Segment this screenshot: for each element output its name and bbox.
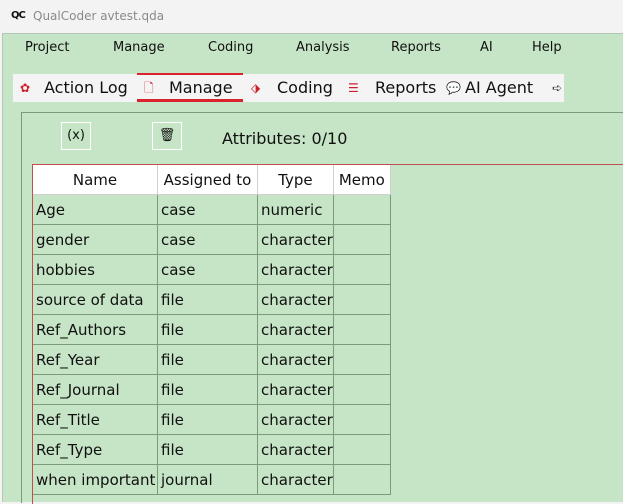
- cell-memo[interactable]: [333, 314, 391, 345]
- table-row[interactable]: hobbies case character: [33, 254, 391, 285]
- column-header-name[interactable]: Name: [33, 165, 158, 195]
- menu-ai[interactable]: AI: [480, 40, 493, 55]
- trash-icon[interactable]: 🗑: [152, 122, 182, 150]
- cell-type[interactable]: character: [257, 344, 334, 375]
- cell-name[interactable]: Age: [33, 194, 158, 225]
- cell-name[interactable]: Ref_Authors: [33, 314, 158, 345]
- cell-assigned-to[interactable]: case: [157, 254, 258, 285]
- cell-memo[interactable]: [333, 464, 391, 495]
- cell-type[interactable]: character: [257, 374, 334, 405]
- tab-coding[interactable]: ⬗ Coding: [248, 74, 340, 102]
- cell-memo[interactable]: [333, 284, 391, 315]
- tab-label: Coding: [277, 78, 333, 97]
- cell-assigned-to[interactable]: case: [157, 194, 258, 225]
- tab-reports[interactable]: ☰ Reports: [344, 74, 444, 102]
- tab-label: Reports: [375, 78, 437, 97]
- cell-memo[interactable]: [333, 434, 391, 465]
- menu-bar: Project Manage Coding Analysis Reports A…: [3, 34, 623, 64]
- cell-memo[interactable]: [333, 344, 391, 375]
- cell-name[interactable]: Ref_Journal: [33, 374, 158, 405]
- title-bar: QC QualCoder avtest.qda: [0, 0, 623, 33]
- cell-type[interactable]: character: [257, 404, 334, 435]
- menu-analysis[interactable]: Analysis: [296, 40, 350, 55]
- main-window: Project Manage Coding Analysis Reports A…: [2, 33, 623, 504]
- cell-name[interactable]: Ref_Title: [33, 404, 158, 435]
- gear-icon: ✿: [20, 81, 31, 95]
- cell-assigned-to[interactable]: file: [157, 434, 258, 465]
- add-variable-button[interactable]: (x): [61, 122, 91, 150]
- cell-memo[interactable]: [333, 224, 391, 255]
- table-row[interactable]: Ref_Authors file character: [33, 314, 391, 345]
- column-header-memo[interactable]: Memo: [333, 165, 391, 195]
- cell-assigned-to[interactable]: file: [157, 284, 258, 315]
- manage-attributes-panel: (x) 🗑 Attributes: 0/10 Name Assigned to …: [21, 112, 623, 504]
- attributes-table: Name Assigned to Type Memo Age case numeri…: [32, 164, 623, 504]
- window-title: QualCoder avtest.qda: [33, 9, 165, 23]
- cell-type[interactable]: character: [257, 254, 334, 285]
- table-row[interactable]: Ref_Year file character: [33, 344, 391, 375]
- cell-type[interactable]: character: [257, 434, 334, 465]
- cell-assigned-to[interactable]: file: [157, 314, 258, 345]
- cell-type[interactable]: character: [257, 284, 334, 315]
- cell-name[interactable]: Ref_Year: [33, 344, 158, 375]
- tab-action-log[interactable]: ✿ Action Log: [13, 74, 135, 102]
- table-row[interactable]: source of data file character: [33, 284, 391, 315]
- cell-assigned-to[interactable]: case: [157, 224, 258, 255]
- tag-icon: ⬗: [251, 81, 261, 95]
- menu-project[interactable]: Project: [25, 40, 69, 55]
- table-row[interactable]: Ref_Journal file character: [33, 374, 391, 405]
- table-row[interactable]: Ref_Type file character: [33, 434, 391, 465]
- cell-assigned-to[interactable]: file: [157, 344, 258, 375]
- table-header-row: Name Assigned to Type Memo: [33, 165, 391, 195]
- cell-type[interactable]: numeric: [257, 194, 334, 225]
- cell-assigned-to[interactable]: journal: [157, 464, 258, 495]
- menu-coding[interactable]: Coding: [208, 40, 253, 55]
- tab-ai-agent[interactable]: 💬 AI Agent: [444, 74, 548, 102]
- cell-name[interactable]: when important: [33, 464, 158, 495]
- tab-manage[interactable]: 🗋 Manage: [137, 73, 243, 102]
- cell-memo[interactable]: [333, 374, 391, 405]
- tab-label: Action Log: [44, 78, 128, 97]
- attributes-count-label: Attributes: 0/10: [222, 129, 348, 148]
- cell-assigned-to[interactable]: file: [157, 374, 258, 405]
- cell-type[interactable]: character: [257, 224, 334, 255]
- table-row[interactable]: Ref_Title file character: [33, 404, 391, 435]
- tab-label: Manage: [169, 78, 233, 97]
- qualcoder-logo-icon: QC: [11, 10, 26, 21]
- cell-memo[interactable]: [333, 194, 391, 225]
- menu-manage[interactable]: Manage: [113, 40, 165, 55]
- table-row[interactable]: gender case character: [33, 224, 391, 255]
- cell-type[interactable]: character: [257, 314, 334, 345]
- cell-memo[interactable]: [333, 254, 391, 285]
- cell-assigned-to[interactable]: file: [157, 404, 258, 435]
- chat-icon: 💬: [446, 81, 461, 95]
- cell-memo[interactable]: [333, 404, 391, 435]
- cell-name[interactable]: source of data: [33, 284, 158, 315]
- cell-name[interactable]: Ref_Type: [33, 434, 158, 465]
- menu-help[interactable]: Help: [532, 40, 562, 55]
- tab-bar: ✿ Action Log 🗋 Manage ⬗ Coding ☰ Reports…: [13, 73, 564, 102]
- cell-name[interactable]: gender: [33, 224, 158, 255]
- table-row[interactable]: when important journal character: [33, 464, 391, 495]
- report-list-icon: ☰: [348, 81, 359, 95]
- column-header-assigned-to[interactable]: Assigned to: [157, 165, 258, 195]
- tab-label: AI Agent: [465, 78, 534, 97]
- cell-type[interactable]: character: [257, 464, 334, 495]
- table-row[interactable]: Age case numeric: [33, 194, 391, 225]
- column-header-type[interactable]: Type: [257, 165, 334, 195]
- tab-scroll-right-icon[interactable]: ➪: [550, 74, 564, 102]
- menu-reports[interactable]: Reports: [391, 40, 441, 55]
- document-icon: 🗋: [144, 81, 154, 95]
- cell-name[interactable]: hobbies: [33, 254, 158, 285]
